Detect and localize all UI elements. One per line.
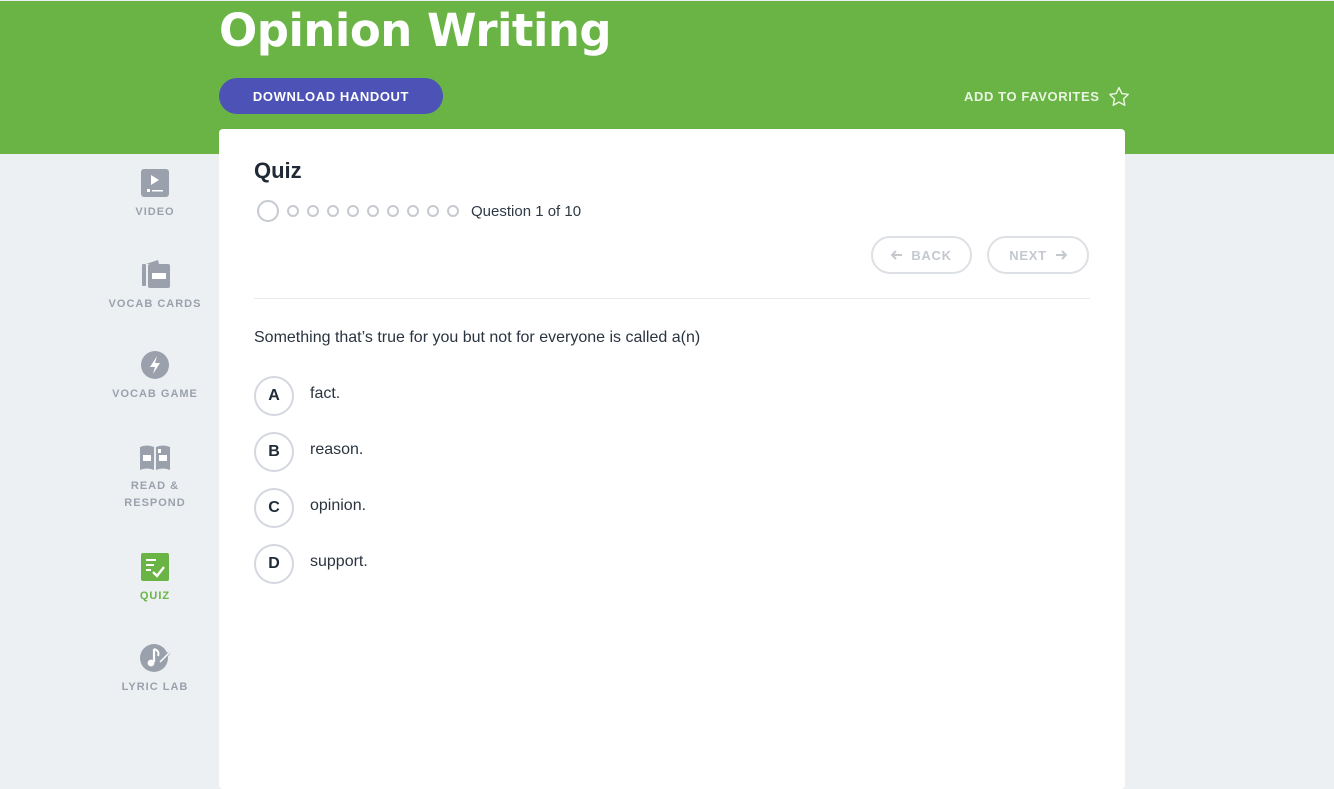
vocab-cards-icon [142,260,170,288]
progress-dot [327,205,339,217]
arrow-right-icon [1055,250,1067,260]
sidebar-item-lyric-lab[interactable]: LYRIC LAB [95,643,215,696]
sidebar-item-label: QUIZ [139,590,171,602]
answer-letter: B [254,432,294,472]
add-to-favorites-button[interactable]: ADD TO FAVORITES [964,84,1130,108]
progress-dot [427,205,439,217]
next-label: NEXT [1009,247,1047,263]
answer-text: fact. [310,385,341,402]
answer-letter: D [254,544,294,584]
sidebar-item-label: VIDEO [135,206,175,218]
arrow-left-icon [891,250,903,260]
answer-option-c[interactable]: C opinion. [254,488,366,528]
sidebar-item-label: READ & RESPOND [124,480,186,509]
sidebar-item-label: VOCAB GAME [112,388,198,400]
answer-text: support. [310,553,368,570]
answer-letter: C [254,488,294,528]
back-button[interactable]: BACK [871,236,972,274]
progress-dot [347,205,359,217]
answer-text: reason. [310,441,364,458]
star-icon [1108,86,1129,106]
back-label: BACK [911,247,952,263]
answer-letter: A [254,376,294,416]
progress-dot [287,205,299,217]
sidebar-item-read-respond[interactable]: READ & RESPOND [95,442,215,512]
sidebar-item-vocab-game[interactable]: VOCAB GAME [95,350,215,403]
progress-text: Question 1 of 10 [471,202,582,220]
sidebar-item-label: VOCAB CARDS [108,298,202,310]
lightning-icon [141,351,169,379]
sidebar-item-quiz[interactable]: QUIZ [95,552,215,605]
answer-text: opinion. [310,497,367,514]
progress-dot [367,205,379,217]
next-button[interactable]: NEXT [987,236,1089,274]
progress-dot [407,205,419,217]
sidebar-item-video[interactable]: VIDEO [95,168,215,221]
quiz-checklist-icon [141,553,169,581]
progress-dot [387,205,399,217]
divider [254,298,1090,299]
add-to-favorites-label: ADD TO FAVORITES [964,88,1100,104]
question-progress: Question 1 of 10 [257,200,581,222]
progress-dot [447,205,459,217]
answer-option-a[interactable]: A fact. [254,376,340,416]
sidebar-item-label: LYRIC LAB [121,681,189,693]
answer-option-d[interactable]: D support. [254,544,368,584]
question-text: Something that’s true for you but not fo… [254,329,701,346]
progress-dot-current [257,200,279,222]
music-note-icon [140,644,171,672]
progress-dot [307,205,319,217]
quiz-title: Quiz [254,158,302,183]
video-icon [141,169,169,197]
sidebar-item-vocab-cards[interactable]: VOCAB CARDS [95,258,215,313]
download-handout-button[interactable]: DOWNLOAD HANDOUT [219,78,443,114]
answer-option-b[interactable]: B reason. [254,432,363,472]
page-title: Opinion Writing [219,4,612,57]
quiz-card: Quiz Question 1 of 10 BACK NEXT Somethin… [219,129,1125,789]
open-book-icon [140,445,170,470]
